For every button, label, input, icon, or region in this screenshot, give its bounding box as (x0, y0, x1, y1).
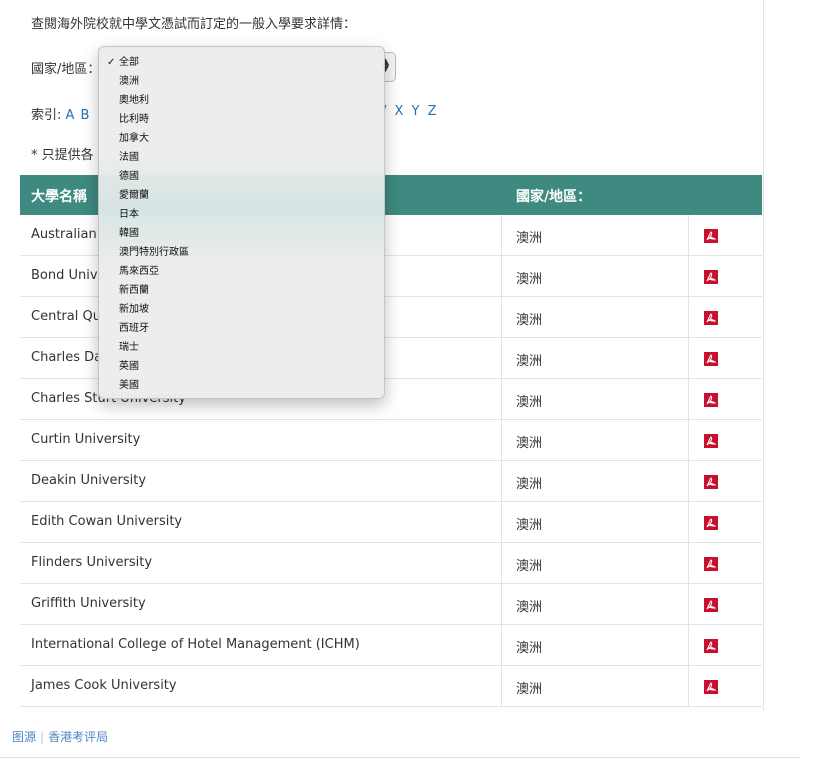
dropdown-option-label: 新西蘭 (119, 285, 149, 296)
dropdown-option-label: 愛爾蘭 (119, 190, 149, 201)
dropdown-option[interactable]: 瑞士 (99, 338, 384, 357)
university-country: 澳洲 (516, 600, 543, 615)
pdf-icon[interactable] (704, 311, 718, 325)
table-row: Edith Cowan University 澳洲 (20, 502, 762, 543)
dropdown-option[interactable]: ✓ 全部 (99, 53, 384, 72)
pdf-icon[interactable] (704, 639, 718, 653)
table-row: Curtin University 澳洲 (20, 420, 762, 461)
dropdown-option-label: 澳門特別行政區 (119, 247, 189, 258)
university-name[interactable]: Edith Cowan University (31, 514, 182, 529)
pdf-icon[interactable] (704, 434, 718, 448)
table-row: Flinders University 澳洲 (20, 543, 762, 584)
index-label: 索引: (31, 108, 62, 123)
university-name[interactable]: Australian (31, 227, 97, 242)
source-label: 图源 (12, 730, 37, 744)
country-dropdown-menu[interactable]: ✓ 全部澳洲奧地利比利時加拿大法國德國愛爾蘭日本韓國澳門特別行政區 馬來西亞新西蘭新… (98, 46, 385, 399)
university-country: 澳洲 (516, 477, 543, 492)
dropdown-option[interactable]: 馬來西亞 (99, 262, 384, 281)
university-name[interactable]: Curtin University (31, 432, 140, 447)
dropdown-option-label: 比利時 (119, 114, 149, 125)
dropdown-option[interactable]: 加拿大 (99, 129, 384, 148)
dropdown-option-label: 奧地利 (119, 95, 149, 106)
university-country: 澳洲 (516, 641, 543, 656)
dropdown-option-label: 馬來西亞 (119, 266, 159, 277)
pdf-icon[interactable] (704, 270, 718, 284)
dropdown-option[interactable]: 德國 (99, 167, 384, 186)
table-row: Deakin University 澳洲 (20, 461, 762, 502)
dropdown-option-label: 法國 (119, 152, 139, 163)
university-country: 澳洲 (516, 354, 543, 369)
university-name[interactable]: Flinders University (31, 555, 152, 570)
dropdown-option[interactable]: 韓國 (99, 224, 384, 243)
dropdown-option-label: 澳洲 (119, 76, 139, 87)
university-name[interactable]: Griffith University (31, 596, 146, 611)
dropdown-option[interactable]: 澳洲 (99, 72, 384, 91)
bottom-divider (0, 757, 800, 758)
university-name[interactable]: Charles Da (31, 350, 102, 365)
university-country: 澳洲 (516, 272, 543, 287)
dropdown-option[interactable]: 奧地利 (99, 91, 384, 110)
university-country: 澳洲 (516, 682, 543, 697)
pdf-icon[interactable] (704, 393, 718, 407)
pdf-icon[interactable] (704, 680, 718, 694)
dropdown-option-label: 德國 (119, 171, 139, 182)
university-name[interactable]: Deakin University (31, 473, 146, 488)
dropdown-option[interactable]: 新加坡 (99, 300, 384, 319)
dropdown-option[interactable]: 比利時 (99, 110, 384, 129)
dropdown-option[interactable]: 西班牙 (99, 319, 384, 338)
checkmark-icon: ✓ (107, 57, 116, 68)
dropdown-option-label: 加拿大 (119, 133, 149, 144)
source-separator: | (40, 730, 45, 744)
header-country: 國家/地區： (516, 189, 592, 205)
university-country: 澳洲 (516, 518, 543, 533)
dropdown-option-label: 美國 (119, 380, 139, 391)
image-source: 图源 | 香港考评局 (12, 728, 108, 745)
pdf-icon[interactable] (704, 557, 718, 571)
pdf-icon[interactable] (704, 598, 718, 612)
dropdown-option[interactable]: 愛爾蘭 (99, 186, 384, 205)
dropdown-option-label: 韓國 (119, 228, 139, 239)
table-row: James Cook University 澳洲 (20, 666, 762, 707)
university-country: 澳洲 (516, 231, 543, 246)
dropdown-option-label: 西班牙 (119, 323, 149, 334)
dropdown-option[interactable]: 日本 (99, 205, 384, 224)
university-name[interactable]: Bond Unive (31, 268, 106, 283)
dropdown-option[interactable]: 新西蘭 (99, 281, 384, 300)
country-filter-label: 國家/地區： (31, 62, 101, 77)
note-text: * 只提供各 (31, 148, 94, 163)
pdf-icon[interactable] (704, 229, 718, 243)
university-country: 澳洲 (516, 395, 543, 410)
dropdown-option-label: 英國 (119, 361, 139, 372)
index-letters[interactable]: A B (66, 108, 91, 123)
index-bar: 索引: A B (31, 104, 90, 123)
university-country: 澳洲 (516, 559, 543, 574)
university-country: 澳洲 (516, 436, 543, 451)
university-country: 澳洲 (516, 313, 543, 328)
pdf-icon[interactable] (704, 475, 718, 489)
dropdown-option[interactable]: 澳門特別行政區 (99, 243, 384, 262)
dropdown-option-label: 新加坡 (119, 304, 149, 315)
dropdown-option[interactable]: 英國 (99, 357, 384, 376)
dropdown-option[interactable]: 法國 (99, 148, 384, 167)
dropdown-option-label: 日本 (119, 209, 139, 220)
dropdown-option-label: 瑞士 (119, 342, 139, 353)
source-name: 香港考评局 (48, 730, 109, 744)
index-letters-tail[interactable]: / X Y Z (382, 104, 439, 119)
dropdown-options: ✓ 全部澳洲奧地利比利時加拿大法國德國愛爾蘭日本韓國澳門特別行政區 馬來西亞新西蘭新… (99, 53, 384, 395)
header-university: 大學名稱 (31, 189, 87, 205)
pdf-icon[interactable] (704, 516, 718, 530)
table-row: Griffith University 澳洲 (20, 584, 762, 625)
pdf-icon[interactable] (704, 352, 718, 366)
university-name[interactable]: James Cook University (31, 678, 177, 693)
dropdown-option-label: 全部 (119, 57, 139, 68)
university-name[interactable]: International College of Hotel Managemen… (31, 637, 360, 652)
university-name[interactable]: Central Qu (31, 309, 101, 324)
dropdown-option[interactable]: 美國 (99, 376, 384, 395)
table-row: International College of Hotel Managemen… (20, 625, 762, 666)
intro-text: 查閱海外院校就中學文憑試而訂定的一般入學要求詳情： (31, 17, 357, 32)
